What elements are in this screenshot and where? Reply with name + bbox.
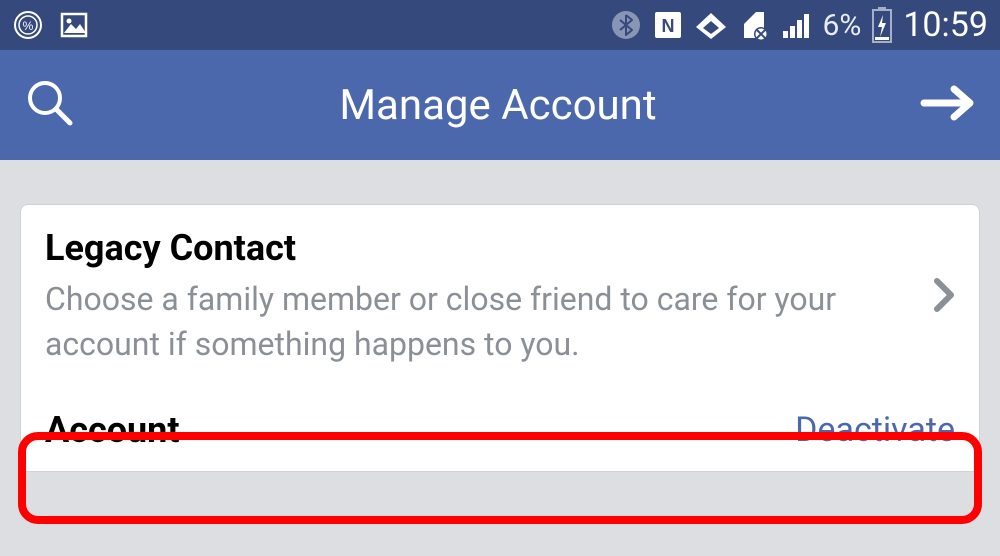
- legacy-contact-row[interactable]: Legacy Contact Choose a family member or…: [21, 205, 979, 389]
- page-title: Manage Account: [76, 81, 920, 130]
- search-button[interactable]: [24, 77, 76, 133]
- status-left: %: [12, 9, 90, 41]
- signal-icon: [780, 9, 812, 41]
- page-title-area: Manage Account: [76, 81, 920, 130]
- bluetooth-icon: [610, 9, 642, 41]
- picture-icon: [58, 9, 90, 41]
- account-row[interactable]: Account Deactivate: [21, 389, 979, 471]
- forward-button[interactable]: [920, 83, 976, 127]
- battery-percentage: 6%: [822, 8, 861, 43]
- percent-circle-icon: %: [12, 9, 44, 41]
- nfc-icon: N: [652, 9, 684, 41]
- content-area: Legacy Contact Choose a family member or…: [0, 160, 1000, 472]
- legacy-contact-title: Legacy Contact: [45, 227, 917, 269]
- deactivate-action[interactable]: Deactivate: [795, 410, 955, 450]
- account-title: Account: [45, 409, 795, 451]
- chevron-right-icon: [933, 277, 955, 317]
- app-bar: Manage Account: [0, 50, 1000, 160]
- settings-card: Legacy Contact Choose a family member or…: [20, 204, 980, 472]
- svg-text:%: %: [23, 19, 34, 33]
- status-bar: % N 6% 10:59: [0, 0, 1000, 50]
- clock-time: 10:59: [903, 5, 988, 45]
- data-off-icon: [738, 9, 770, 41]
- svg-text:N: N: [662, 16, 675, 36]
- wifi-icon: [694, 9, 728, 41]
- status-right: N 6% 10:59: [610, 5, 988, 45]
- legacy-contact-description: Choose a family member or close friend t…: [45, 277, 917, 367]
- legacy-contact-text: Legacy Contact Choose a family member or…: [45, 227, 917, 367]
- battery-charging-icon: [871, 7, 893, 43]
